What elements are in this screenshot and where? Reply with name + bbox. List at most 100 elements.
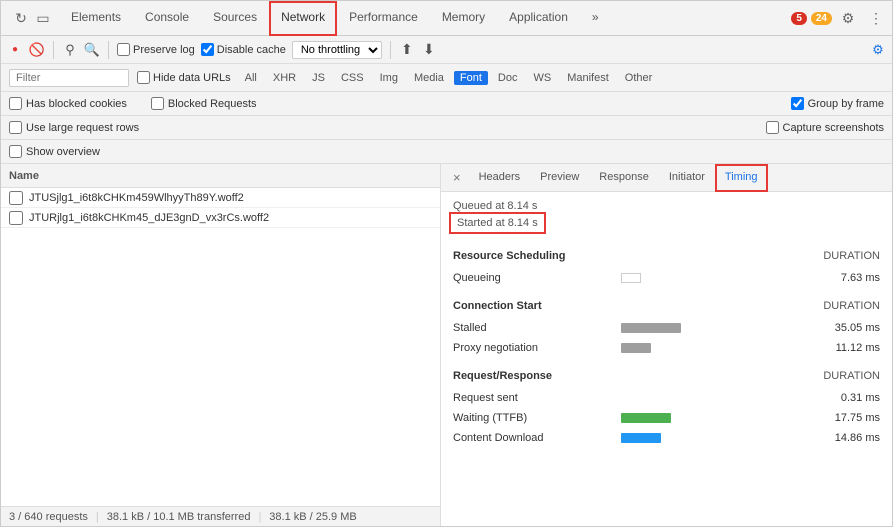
tab-console[interactable]: Console: [133, 1, 201, 36]
ttfb-bar: [621, 413, 671, 423]
timing-row-request-sent-bar: [621, 393, 802, 403]
timing-row-proxy: Proxy negotiation 11.12 ms: [453, 338, 880, 358]
section-connection-start-title: Connection Start: [453, 300, 542, 312]
options-right-2: Capture screenshots: [766, 121, 885, 134]
tab-elements[interactable]: Elements: [59, 1, 133, 36]
clear-icon[interactable]: 🚫: [29, 42, 45, 58]
request-item-1[interactable]: JTUSjlg1_i6t8kCHKm459WlhyyTh89Y.woff2: [1, 188, 440, 208]
customize-icon[interactable]: ⋮: [864, 6, 888, 30]
filter-img[interactable]: Img: [374, 71, 404, 85]
filter-media[interactable]: Media: [408, 71, 450, 85]
filter-font[interactable]: Font: [454, 71, 488, 85]
preserve-log-checkbox[interactable]: [117, 43, 130, 56]
blocked-requests-label[interactable]: Blocked Requests: [151, 97, 257, 110]
tab-memory[interactable]: Memory: [430, 1, 497, 36]
filter-manifest[interactable]: Manifest: [561, 71, 615, 85]
timing-row-queueing-name: Queueing: [453, 272, 613, 284]
stalled-bar: [621, 323, 681, 333]
settings-network-icon[interactable]: ⚙: [870, 42, 886, 58]
tab-performance[interactable]: Performance: [337, 1, 430, 36]
devtools-container: ↻ ▭ Elements Console Sources Network Per…: [0, 0, 893, 527]
request-checkbox-2[interactable]: [9, 211, 23, 225]
tab-initiator[interactable]: Initiator: [659, 164, 715, 192]
timing-tabs: × Headers Preview Response Initiator Tim…: [441, 164, 892, 192]
requests-empty: [1, 228, 440, 506]
search-icon[interactable]: 🔍: [84, 42, 100, 58]
blocked-requests-checkbox[interactable]: [151, 97, 164, 110]
capture-screenshots-label[interactable]: Capture screenshots: [766, 121, 885, 134]
filter-doc[interactable]: Doc: [492, 71, 524, 85]
request-name-1: JTUSjlg1_i6t8kCHKm459WlhyyTh89Y.woff2: [29, 192, 244, 204]
disable-cache-label[interactable]: Disable cache: [201, 43, 286, 56]
tab-bar-right: 5 24 ⚙ ⋮: [791, 6, 888, 30]
tab-more[interactable]: »: [580, 1, 611, 36]
status-transferred: 38.1 kB / 10.1 MB transferred: [107, 511, 251, 523]
record-icon[interactable]: ●: [7, 42, 23, 58]
section-resource-scheduling-duration-label: DURATION: [823, 250, 880, 262]
section-connection-start-header: Connection Start DURATION: [453, 300, 880, 314]
timing-content: Queued at 8.14 s Started at 8.14 s Resou…: [441, 192, 892, 526]
group-by-frame-checkbox[interactable]: [791, 97, 804, 110]
timing-row-proxy-name: Proxy negotiation: [453, 342, 613, 354]
tab-timing[interactable]: Timing: [715, 164, 768, 192]
tab-bar-icons: ↻ ▭: [5, 10, 59, 26]
hide-data-urls-checkbox[interactable]: [137, 71, 150, 84]
import-icon[interactable]: ⬆: [399, 42, 415, 58]
back-icon[interactable]: ↻: [13, 10, 29, 26]
hide-data-urls-label[interactable]: Hide data URLs: [137, 71, 231, 84]
tab-network[interactable]: Network: [269, 1, 337, 36]
options-row-2: Use large request rows Capture screensho…: [1, 116, 892, 140]
error-badge: 5: [791, 12, 807, 25]
preserve-log-label[interactable]: Preserve log: [117, 43, 195, 56]
options-left: Has blocked cookies Blocked Requests: [9, 97, 257, 110]
disable-cache-checkbox[interactable]: [201, 43, 214, 56]
tab-headers[interactable]: Headers: [469, 164, 531, 192]
export-icon[interactable]: ⬇: [421, 42, 437, 58]
request-checkbox-1[interactable]: [9, 191, 23, 205]
show-overview-checkbox[interactable]: [9, 145, 22, 158]
large-rows-checkbox[interactable]: [9, 121, 22, 134]
filter-all[interactable]: All: [239, 71, 263, 85]
group-by-frame-label[interactable]: Group by frame: [791, 97, 884, 110]
settings-icon[interactable]: ⚙: [836, 6, 860, 30]
proxy-bar: [621, 343, 651, 353]
filter-bar: Hide data URLs All XHR JS CSS Img Media …: [1, 64, 892, 92]
filter-ws[interactable]: WS: [527, 71, 557, 85]
options-right-1: Group by frame: [791, 97, 884, 110]
main-area: Name JTUSjlg1_i6t8kCHKm459WlhyyTh89Y.wof…: [1, 164, 892, 526]
timing-row-ttfb: Waiting (TTFB) 17.75 ms: [453, 408, 880, 428]
has-blocked-label[interactable]: Has blocked cookies: [9, 97, 127, 110]
tab-response[interactable]: Response: [589, 164, 659, 192]
status-bar: 3 / 640 requests | 38.1 kB / 10.1 MB tra…: [1, 506, 440, 526]
requests-header: Name: [1, 164, 440, 188]
large-rows-label[interactable]: Use large request rows: [9, 121, 139, 134]
timing-row-content-download-bar: [621, 433, 802, 443]
options-left-3: Show overview: [9, 145, 100, 158]
section-resource-scheduling-header: Resource Scheduling DURATION: [453, 250, 880, 264]
capture-screenshots-checkbox[interactable]: [766, 121, 779, 134]
timing-row-stalled-val: 35.05 ms: [810, 322, 880, 334]
timing-panel: × Headers Preview Response Initiator Tim…: [441, 164, 892, 526]
timing-row-queueing-bar: [621, 273, 802, 283]
has-blocked-checkbox[interactable]: [9, 97, 22, 110]
request-item-2[interactable]: JTURjlg1_i6t8kCHKm45_dJE3gnD_vx3rCs.woff…: [1, 208, 440, 228]
timing-row-ttfb-bar: [621, 413, 802, 423]
filter-input[interactable]: [9, 69, 129, 87]
toolbar-divider-2: [108, 41, 109, 59]
show-overview-label[interactable]: Show overview: [9, 145, 100, 158]
tab-preview[interactable]: Preview: [530, 164, 589, 192]
dock-icon[interactable]: ▭: [35, 10, 51, 26]
filter-other[interactable]: Other: [619, 71, 659, 85]
timing-row-queueing: Queueing 7.63 ms: [453, 268, 880, 288]
throttle-select[interactable]: No throttling: [292, 41, 382, 59]
filter-css[interactable]: CSS: [335, 71, 370, 85]
filter-xhr[interactable]: XHR: [267, 71, 302, 85]
close-button[interactable]: ×: [445, 170, 469, 185]
toolbar-divider-1: [53, 41, 54, 59]
filter-icon[interactable]: ⚲: [62, 42, 78, 58]
timing-row-request-sent-val: 0.31 ms: [810, 392, 880, 404]
filter-js[interactable]: JS: [306, 71, 331, 85]
tab-sources[interactable]: Sources: [201, 1, 269, 36]
tab-application[interactable]: Application: [497, 1, 580, 36]
tab-bar: ↻ ▭ Elements Console Sources Network Per…: [1, 1, 892, 36]
